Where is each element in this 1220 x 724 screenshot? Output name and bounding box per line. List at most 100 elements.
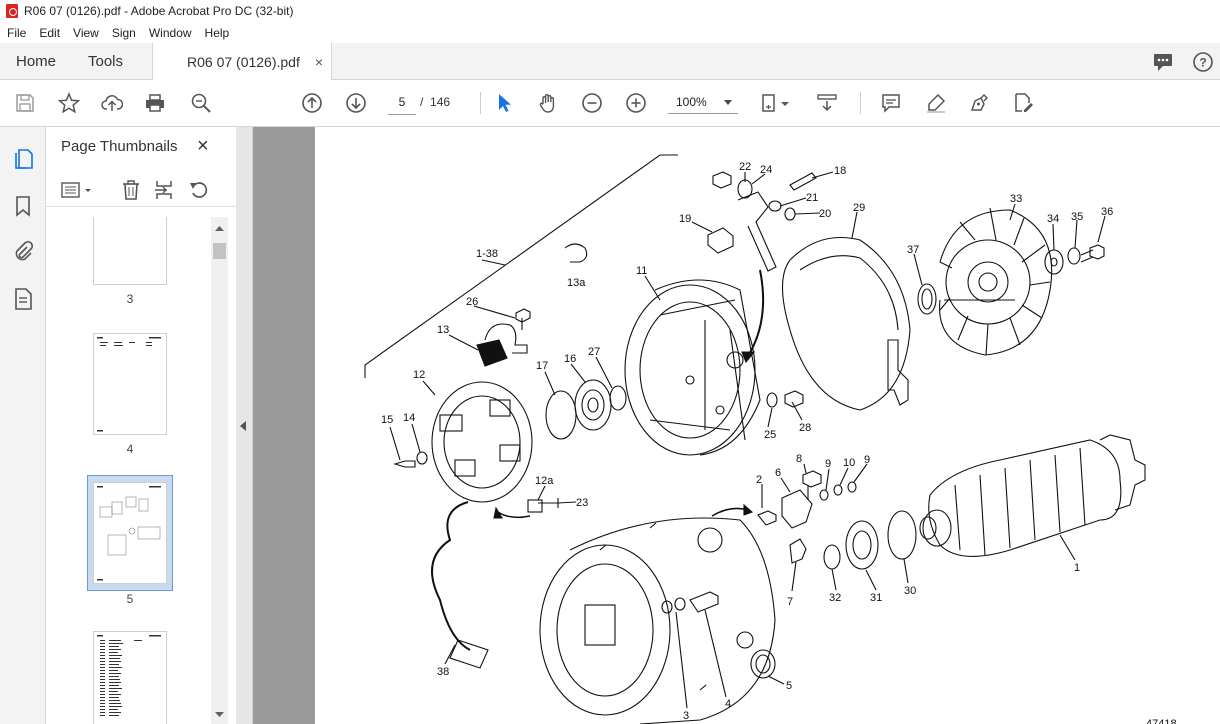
callout: 29 bbox=[853, 202, 865, 214]
thumbnail-label: 5 bbox=[126, 592, 134, 606]
scroll-up-icon[interactable] bbox=[211, 221, 228, 235]
delete-page-icon[interactable] bbox=[120, 179, 142, 201]
zoom-search-icon[interactable] bbox=[189, 91, 213, 115]
callout: 12 bbox=[413, 369, 425, 381]
comment-bubble-icon[interactable] bbox=[1152, 51, 1174, 73]
comment-icon[interactable] bbox=[879, 91, 903, 115]
zoom-out-icon[interactable] bbox=[580, 91, 604, 115]
callout: 14 bbox=[403, 412, 415, 424]
callout: 11 bbox=[636, 265, 647, 277]
callout: 2 bbox=[756, 474, 762, 486]
menu-file[interactable]: File bbox=[0, 26, 32, 40]
callout: 33 bbox=[1010, 193, 1022, 205]
armature-part bbox=[919, 434, 1146, 557]
fit-page-dropdown-icon[interactable] bbox=[778, 91, 792, 115]
tab-document[interactable]: R06 07 (0126).pdf × bbox=[152, 43, 332, 80]
menu-window[interactable]: Window bbox=[142, 26, 198, 40]
thumbnail-options-icon[interactable] bbox=[60, 179, 94, 201]
callout: 27 bbox=[588, 346, 600, 358]
callout: 9 bbox=[825, 458, 831, 470]
menu-sign[interactable]: Sign bbox=[105, 26, 142, 40]
panel-toolbar bbox=[46, 172, 236, 207]
drawing-number: 47418 bbox=[1146, 718, 1177, 724]
sign-pen-icon[interactable] bbox=[967, 91, 991, 115]
thumbnail-list: 3 4 5 bbox=[46, 217, 214, 724]
callout: 4 bbox=[725, 698, 731, 710]
end-shield-part bbox=[624, 279, 761, 456]
rotate-page-icon[interactable] bbox=[188, 179, 210, 201]
thumbnails-panel: Page Thumbnails × 3 4 5 bbox=[46, 127, 237, 724]
scroll-mode-icon[interactable] bbox=[815, 91, 839, 115]
callout: 34 bbox=[1047, 213, 1059, 225]
window-title: R06 07 (0126).pdf - Adobe Acrobat Pro DC… bbox=[24, 4, 294, 18]
callout: 28 bbox=[799, 422, 811, 434]
scrollbar-thumb[interactable] bbox=[213, 243, 226, 259]
stator-housing-part bbox=[539, 517, 776, 724]
thumbnail-label: 4 bbox=[126, 442, 134, 456]
callout: 18 bbox=[834, 165, 846, 177]
callout: 31 bbox=[870, 592, 882, 604]
thumbnail-page-5[interactable] bbox=[93, 482, 167, 584]
panel-collapse-handle[interactable] bbox=[236, 127, 253, 724]
hand-tool-icon[interactable] bbox=[536, 91, 560, 115]
callout: 13a bbox=[567, 277, 586, 289]
fan-part bbox=[939, 207, 1053, 356]
callout: 8 bbox=[796, 453, 802, 465]
zoom-level-select[interactable]: 100% bbox=[668, 90, 738, 114]
callout: 26 bbox=[466, 296, 478, 308]
menu-bar: File Edit View Sign Window Help bbox=[0, 22, 1220, 43]
tab-close-icon[interactable]: × bbox=[315, 54, 323, 70]
help-icon[interactable]: ? bbox=[1192, 51, 1214, 73]
document-page: 1-38 22 24 18 21 20 19 29 33 34 35 36 13… bbox=[315, 127, 1220, 724]
next-page-icon[interactable] bbox=[344, 91, 368, 115]
callout: 38 bbox=[437, 666, 449, 678]
total-pages: 146 bbox=[430, 95, 451, 109]
highlight-pen-icon[interactable] bbox=[924, 91, 948, 115]
scroll-down-icon[interactable] bbox=[211, 708, 228, 722]
callout: 12a bbox=[535, 475, 554, 487]
insert-page-icon[interactable] bbox=[153, 179, 175, 201]
bookmark-icon[interactable] bbox=[11, 194, 35, 218]
thumbnail-page-6[interactable] bbox=[93, 631, 167, 724]
thumbnail-page-4[interactable] bbox=[93, 333, 167, 435]
zoom-level-value: 100% bbox=[676, 94, 707, 109]
callout: 16 bbox=[564, 353, 576, 365]
page-number-input[interactable]: 5 bbox=[388, 90, 416, 115]
page-count: / 146 bbox=[420, 90, 450, 114]
menu-help[interactable]: Help bbox=[198, 26, 236, 40]
attachment-icon[interactable] bbox=[11, 240, 35, 264]
zoom-in-icon[interactable] bbox=[624, 91, 648, 115]
collapse-arrow-icon bbox=[240, 421, 246, 431]
callout: 24 bbox=[760, 164, 772, 176]
callout: 22 bbox=[739, 161, 751, 173]
menu-edit[interactable]: Edit bbox=[32, 26, 66, 40]
print-icon[interactable] bbox=[143, 91, 167, 115]
menu-view[interactable]: View bbox=[66, 26, 105, 40]
main-toolbar bbox=[0, 80, 1220, 127]
callout: 13 bbox=[437, 324, 449, 336]
callout: 1-38 bbox=[476, 248, 498, 260]
star-icon[interactable] bbox=[57, 91, 81, 115]
save-icon[interactable] bbox=[13, 91, 37, 115]
callout: 37 bbox=[907, 244, 919, 256]
callout: 30 bbox=[904, 585, 916, 597]
panel-title: Page Thumbnails bbox=[61, 138, 178, 155]
thumbnail-scrollbar[interactable] bbox=[211, 217, 228, 724]
thumbnail-page-3[interactable] bbox=[93, 217, 167, 285]
previous-page-icon[interactable] bbox=[300, 91, 324, 115]
callout: 17 bbox=[536, 360, 548, 372]
thumbnail-label: 3 bbox=[126, 292, 134, 306]
document-layers-icon[interactable] bbox=[11, 287, 35, 311]
svg-text:?: ? bbox=[1199, 56, 1206, 70]
exploded-parts-diagram: 1-38 22 24 18 21 20 19 29 33 34 35 36 13… bbox=[364, 154, 1177, 724]
panel-close-icon[interactable]: × bbox=[197, 135, 209, 158]
tab-tools[interactable]: Tools bbox=[88, 43, 123, 79]
page-thumbnails-icon[interactable] bbox=[11, 147, 35, 171]
document-canvas-margin bbox=[253, 127, 315, 724]
callout: 20 bbox=[819, 208, 831, 220]
cloud-upload-icon[interactable] bbox=[100, 91, 124, 115]
select-cursor-icon[interactable] bbox=[492, 91, 516, 115]
edit-pdf-icon[interactable] bbox=[1011, 91, 1035, 115]
tab-home[interactable]: Home bbox=[16, 43, 56, 79]
callout: 19 bbox=[679, 213, 691, 225]
